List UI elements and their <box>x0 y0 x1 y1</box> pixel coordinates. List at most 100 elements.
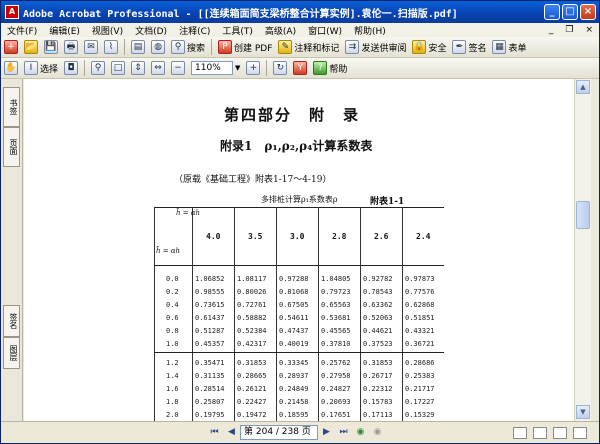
table-cell: 0.65563 <box>321 301 351 309</box>
select-label: 选择 <box>40 64 59 75</box>
web-capture-button[interactable]: ◍ <box>149 38 167 56</box>
tab-pages[interactable]: 页面 <box>3 127 20 167</box>
table-cell: 0.97288 <box>279 275 309 283</box>
doc-minimize-button[interactable]: _ <box>543 25 560 35</box>
continuous-page-icon[interactable] <box>533 426 547 439</box>
rotate-button[interactable]: ↻ <box>271 59 289 77</box>
help-button[interactable]: ? 帮助 <box>311 59 349 77</box>
forms-button[interactable]: ▦ 表单 <box>490 38 528 56</box>
table-cell: 0.25383 <box>405 372 435 380</box>
save-button[interactable]: 💾 <box>42 38 60 56</box>
row-h-value: 0.6 <box>166 314 179 322</box>
scroll-thumb[interactable] <box>576 201 590 229</box>
table-column-line <box>192 207 193 421</box>
menu-edit[interactable]: 编辑(E) <box>43 24 86 37</box>
menu-advanced[interactable]: 高级(A) <box>259 24 302 37</box>
first-page-button[interactable]: ⏮ <box>208 426 221 439</box>
table-cell: 0.31853 <box>363 359 393 367</box>
table-cell: 0.19795 <box>195 411 225 419</box>
yahoo-toolbar-button[interactable]: Y <box>291 59 309 77</box>
hand-tool-button[interactable]: ✋ <box>2 59 20 77</box>
menu-document[interactable]: 文档(D) <box>129 24 173 37</box>
table-cell: 0.37523 <box>363 340 393 348</box>
create-pdf-quick-button[interactable]: + <box>2 38 20 56</box>
print-button[interactable]: 🖶 <box>62 38 80 56</box>
search-button[interactable]: ⚲ 搜索 <box>169 38 207 56</box>
menu-tools[interactable]: 工具(T) <box>216 24 259 37</box>
attach-button[interactable]: ⌇ <box>102 38 120 56</box>
scroll-down-button[interactable]: ▼ <box>576 405 590 419</box>
select-tool-button[interactable]: I 选择 <box>22 59 60 77</box>
page-number-field[interactable]: 第 204 / 238 页 <box>240 425 318 440</box>
table-cell: 0.20693 <box>321 398 351 406</box>
table-cell: 0.97873 <box>405 275 435 283</box>
previous-view-button[interactable]: ◉ <box>354 426 367 439</box>
comment-icon: ✎ <box>278 40 293 54</box>
maximize-button[interactable]: □ <box>562 4 578 20</box>
minimize-button[interactable]: _ <box>544 4 560 20</box>
next-view-button[interactable]: ◉ <box>371 426 384 439</box>
table-cell: 0.52384 <box>237 327 267 335</box>
email-button[interactable]: ✉ <box>82 38 100 56</box>
table-number: 附表1-1 <box>370 197 405 207</box>
table-cell: 1.04805 <box>321 275 351 283</box>
doc-restore-button[interactable]: ❐ <box>559 25 579 35</box>
menu-view[interactable]: 视图(V) <box>86 24 129 37</box>
table-cell: 0.43321 <box>405 327 435 335</box>
send-review-button[interactable]: ⇉ 发送供审阅 <box>343 38 408 56</box>
row-h-value: 0.2 <box>166 288 179 296</box>
table-cell: 0.62868 <box>405 301 435 309</box>
print-icon: 🖶 <box>64 40 78 54</box>
scroll-up-button[interactable]: ▲ <box>576 80 590 94</box>
close-button[interactable]: × <box>580 4 596 20</box>
last-page-button[interactable]: ⏭ <box>337 426 350 439</box>
binoculars-icon: ⚲ <box>171 40 185 54</box>
create-pdf-button[interactable]: P 创建 PDF <box>216 38 274 56</box>
fit-width-button[interactable]: ⇔ <box>149 59 167 77</box>
facing-page-icon[interactable] <box>553 426 567 439</box>
table-cell: 0.45357 <box>195 340 225 348</box>
table-cell: 0.17227 <box>405 398 435 406</box>
column-header: 4.0 <box>206 232 221 241</box>
zoom-out-button[interactable]: − <box>169 59 187 77</box>
title-bar[interactable]: A Adobe Acrobat Professional - [[连续箱面简支梁… <box>1 1 599 23</box>
row-h-value: 1.8 <box>166 398 179 406</box>
row-h-value: 1.2 <box>166 359 179 367</box>
menu-help[interactable]: 帮助(H) <box>348 24 392 37</box>
doc-close-button[interactable]: × <box>579 25 599 35</box>
secure-button[interactable]: 🔒 安全 <box>410 38 448 56</box>
tab-signatures[interactable]: 签名 <box>3 305 20 337</box>
table-cell: 0.77576 <box>405 288 435 296</box>
next-page-button[interactable]: ▶ <box>320 426 333 439</box>
table-cell: 0.37810 <box>321 340 351 348</box>
help-icon: ? <box>313 61 328 75</box>
table-cell: 0.15329 <box>405 411 435 419</box>
menu-comments[interactable]: 注释(C) <box>173 24 216 37</box>
actual-size-button[interactable]: □ <box>109 59 127 77</box>
sign-button[interactable]: ✒ 签名 <box>450 38 488 56</box>
table-cell: 0.27958 <box>321 372 351 380</box>
comment-markup-button[interactable]: ✎ 注释和标记 <box>276 38 341 56</box>
rotate-icon: ↻ <box>273 61 288 75</box>
open-button[interactable]: 📂 <box>22 38 40 56</box>
zoom-select[interactable]: 110% ▼ <box>189 59 242 77</box>
document-viewer[interactable]: 第四部分 附 录 附录1 ρ₁,ρ₂,ρ₄计算系数表 （原载《基础工程》附表1-… <box>24 79 574 421</box>
table-cell: 0.35471 <box>195 359 225 367</box>
tab-bookmarks[interactable]: 书签 <box>3 87 20 127</box>
menu-window[interactable]: 窗口(W) <box>302 24 348 37</box>
menu-file[interactable]: 文件(F) <box>1 24 43 37</box>
previous-page-button[interactable]: ◀ <box>225 426 238 439</box>
table-cell: 0.78543 <box>363 288 393 296</box>
snapshot-button[interactable]: ◘ <box>62 59 80 77</box>
globe-icon: ◍ <box>151 40 165 54</box>
organizer-button[interactable]: ▤ <box>129 38 147 56</box>
continuous-facing-icon[interactable] <box>573 426 587 439</box>
tab-layers[interactable]: 图层 <box>3 337 20 369</box>
single-page-icon[interactable] <box>513 426 527 439</box>
vertical-scrollbar[interactable]: ▲ ▼ <box>574 79 591 421</box>
zoom-in-button[interactable]: + <box>244 59 262 77</box>
zoom-value[interactable]: 110% <box>191 61 234 75</box>
fit-page-button[interactable]: ⇕ <box>129 59 147 77</box>
folder-icon: 📂 <box>24 40 38 54</box>
zoom-tool-button[interactable]: ⚲ <box>89 59 107 77</box>
